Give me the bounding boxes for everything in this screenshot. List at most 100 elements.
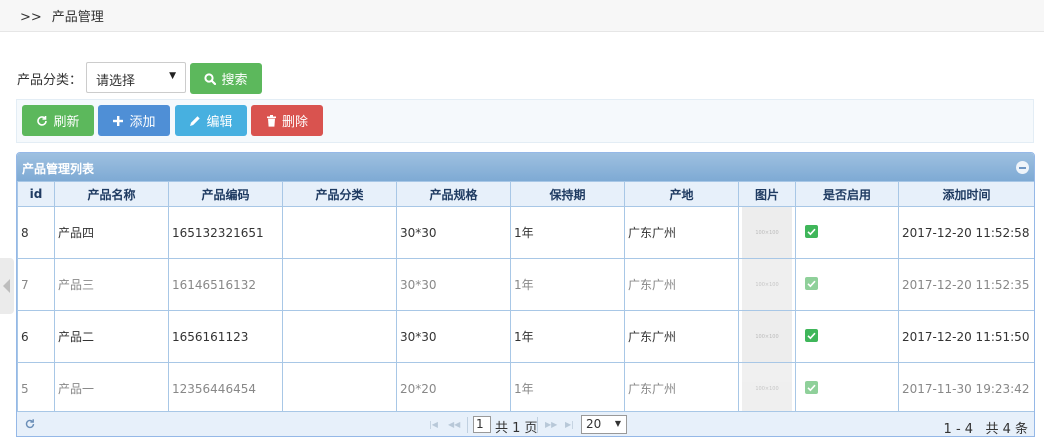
pencil-icon xyxy=(190,115,201,126)
column-header[interactable]: 图片 xyxy=(738,181,796,207)
page-size-select[interactable]: 20 ▼ xyxy=(581,415,627,434)
first-page-icon[interactable]: |◀ xyxy=(429,420,438,429)
category-select-value: 请选择 xyxy=(96,74,136,89)
cell-image: 100×100 xyxy=(738,362,796,415)
cell-code: 12356446454 xyxy=(168,362,283,415)
cell-shelf-life: 1年 xyxy=(510,310,625,363)
edit-button-label: 编辑 xyxy=(206,115,233,130)
last-page-icon[interactable]: ▶| xyxy=(565,420,574,429)
cell-spec: 30*30 xyxy=(396,206,511,259)
prev-page-icon[interactable]: ◀◀ xyxy=(448,420,460,429)
chevron-down-icon: ▼ xyxy=(169,71,176,81)
grid-title-bar: 产品管理列表 xyxy=(17,153,1034,181)
column-header[interactable]: 保持期 xyxy=(510,181,625,207)
cell-shelf-life: 1年 xyxy=(510,258,625,311)
breadcrumb-separator: >> xyxy=(20,10,42,25)
chevron-down-icon: ▼ xyxy=(614,419,621,428)
cell-origin: 广东广州 xyxy=(624,310,739,363)
trash-icon xyxy=(266,114,276,127)
cell-code: 165132321651 xyxy=(168,206,283,259)
cell-id: 7 xyxy=(17,258,55,311)
cell-enabled xyxy=(795,258,899,311)
cell-spec: 30*30 xyxy=(396,258,511,311)
cell-category xyxy=(282,362,397,415)
category-select[interactable]: 请选择 ▼ xyxy=(86,62,186,93)
column-header[interactable]: 是否启用 xyxy=(795,181,899,207)
cell-name: 产品二 xyxy=(54,310,169,363)
cell-code: 1656161123 xyxy=(168,310,283,363)
cell-name: 产品三 xyxy=(54,258,169,311)
page-number-input[interactable]: 1 xyxy=(473,416,491,433)
pagination-bar: |◀ ◀◀ 1 共 1 页 ▶▶ ▶| 20 ▼ 1 - 4 共 4 条 xyxy=(17,411,1034,437)
grid-title: 产品管理列表 xyxy=(22,162,95,176)
cell-shelf-life: 1年 xyxy=(510,362,625,415)
table-row[interactable]: 7 产品三 16146516132 30*30 1年 广东广州 100×100 … xyxy=(17,258,1034,311)
column-header[interactable]: 产品名称 xyxy=(54,181,169,207)
page-size-value: 20 xyxy=(586,417,602,431)
cell-name: 产品四 xyxy=(54,206,169,259)
cell-spec: 30*30 xyxy=(396,310,511,363)
breadcrumb: >> 产品管理 xyxy=(20,6,104,25)
column-header[interactable]: 产品规格 xyxy=(396,181,511,207)
delete-button-label: 删除 xyxy=(281,115,308,130)
total-pages-text: 共 1 页 xyxy=(495,421,538,436)
cell-name: 产品一 xyxy=(54,362,169,415)
pager-divider xyxy=(537,417,538,433)
product-table: id 产品名称 产品编码 产品分类 产品规格 保持期 产地 图片 是否启用 添加… xyxy=(17,181,1034,415)
checkbox-checked-icon[interactable] xyxy=(805,380,818,394)
product-thumbnail: 100×100 xyxy=(742,259,792,310)
breadcrumb-current: 产品管理 xyxy=(51,10,104,25)
search-button[interactable]: 搜索 xyxy=(190,63,262,94)
cell-code: 16146516132 xyxy=(168,258,283,311)
column-header[interactable]: 产地 xyxy=(624,181,739,207)
cell-id: 5 xyxy=(17,362,55,415)
checkbox-checked-icon[interactable] xyxy=(805,328,818,342)
checkbox-checked-icon[interactable] xyxy=(805,276,818,290)
reload-icon[interactable] xyxy=(24,417,36,431)
product-thumbnail: 100×100 xyxy=(742,311,792,362)
category-filter-label: 产品分类： xyxy=(17,73,83,88)
cell-enabled xyxy=(795,310,899,363)
product-thumbnail: 100×100 xyxy=(742,207,792,258)
pager-divider xyxy=(467,417,468,433)
cell-origin: 广东广州 xyxy=(624,362,739,415)
product-grid: 产品管理列表 id 产品名称 产品编码 产品分类 产品规格 保持期 产地 图片 … xyxy=(16,152,1035,437)
cell-origin: 广东广州 xyxy=(624,258,739,311)
cell-origin: 广东广州 xyxy=(624,206,739,259)
delete-button[interactable]: 删除 xyxy=(251,105,323,136)
column-header[interactable]: 添加时间 xyxy=(898,181,1034,207)
add-button-label: 添加 xyxy=(129,115,156,130)
plus-icon xyxy=(113,115,124,126)
column-header[interactable]: id xyxy=(17,181,55,207)
refresh-button[interactable]: 刷新 xyxy=(22,105,94,136)
cell-added-time: 2017-12-20 11:51:50 xyxy=(898,310,1034,363)
cell-added-time: 2017-11-30 19:23:42 xyxy=(898,362,1034,415)
table-row[interactable]: 6 产品二 1656161123 30*30 1年 广东广州 100×100 2… xyxy=(17,310,1034,363)
cell-category xyxy=(282,310,397,363)
table-row[interactable]: 5 产品一 12356446454 20*20 1年 广东广州 100×100 … xyxy=(17,362,1034,415)
checkbox-checked-icon[interactable] xyxy=(805,224,818,238)
cell-image: 100×100 xyxy=(738,310,796,363)
cell-image: 100×100 xyxy=(738,206,796,259)
table-header: id 产品名称 产品编码 产品分类 产品规格 保持期 产地 图片 是否启用 添加… xyxy=(17,181,1034,207)
collapse-icon[interactable] xyxy=(1016,161,1029,174)
refresh-icon xyxy=(37,115,48,126)
cell-spec: 20*20 xyxy=(396,362,511,415)
record-count: 1 - 4 共 4 条 xyxy=(944,418,1028,437)
cell-enabled xyxy=(795,206,899,259)
next-page-icon[interactable]: ▶▶ xyxy=(545,420,557,429)
column-header[interactable]: 产品编码 xyxy=(168,181,283,207)
refresh-button-label: 刷新 xyxy=(53,115,80,130)
add-button[interactable]: 添加 xyxy=(98,105,170,136)
sidebar-expand-handle[interactable] xyxy=(0,258,14,314)
cell-category xyxy=(282,206,397,259)
column-header[interactable]: 产品分类 xyxy=(282,181,397,207)
cell-enabled xyxy=(795,362,899,415)
cell-added-time: 2017-12-20 11:52:35 xyxy=(898,258,1034,311)
edit-button[interactable]: 编辑 xyxy=(175,105,247,136)
triangle-left-icon xyxy=(3,279,10,293)
table-row[interactable]: 8 产品四 165132321651 30*30 1年 广东广州 100×100… xyxy=(17,206,1034,259)
record-total: 共 4 条 xyxy=(985,422,1028,437)
product-thumbnail: 100×100 xyxy=(742,363,792,414)
cell-category xyxy=(282,258,397,311)
